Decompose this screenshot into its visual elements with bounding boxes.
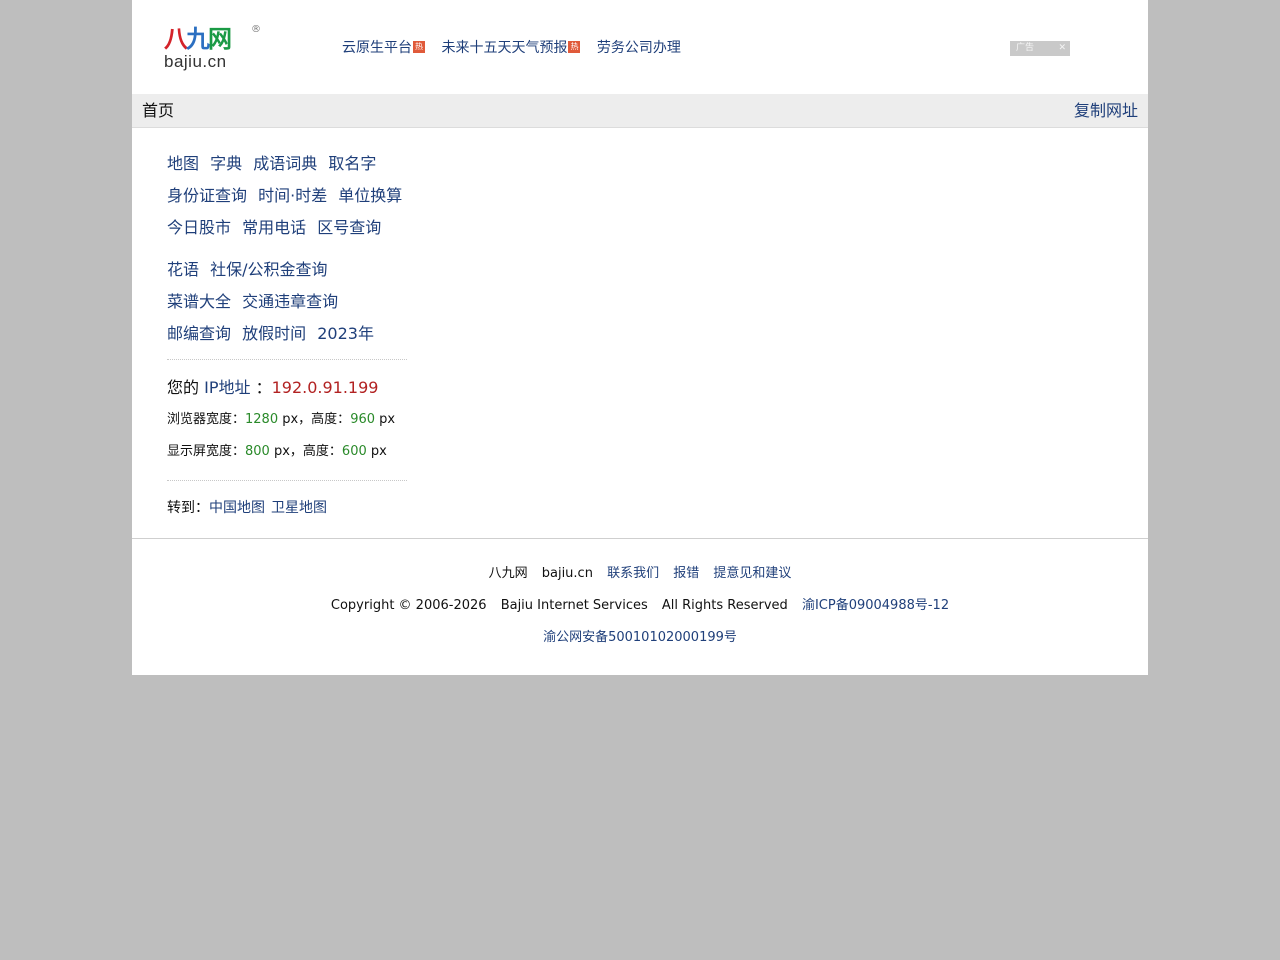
logo-char-1: 八 (164, 24, 188, 53)
footer-site-name: 八九网 (488, 566, 528, 581)
link-row: 邮编查询 放假时间 2023年 (167, 318, 407, 350)
link-year-2023[interactable]: 2023年 (317, 324, 374, 343)
screen-size: 显示屏宽度：800 px，高度：600 px (167, 436, 427, 468)
link-flower-language[interactable]: 花语 (167, 260, 199, 279)
page-container: 八九网 ® bajiu.cn 云原生平台热 未来十五天天气预报热 劳务公司办理 … (132, 0, 1148, 675)
link-row: 身份证查询 时间·时差 单位换算 (167, 180, 407, 212)
screen-height-label: px，高度： (269, 444, 342, 459)
link-china-map[interactable]: 中国地图 (209, 500, 265, 516)
link-row: 菜谱大全 交通违章查询 (167, 286, 407, 318)
registered-mark: ® (251, 24, 261, 35)
link-time-zone[interactable]: 时间·时差 (258, 186, 327, 205)
link-postcode[interactable]: 邮编查询 (167, 324, 231, 343)
copy-url-link[interactable]: 复制网址 (1074, 101, 1138, 121)
nav-bar: 首页 复制网址 (132, 94, 1148, 128)
divider (167, 359, 407, 360)
logo-char-2: 九 (186, 24, 210, 53)
top-link-cloud-native[interactable]: 云原生平台热 (342, 40, 425, 56)
browser-width-label: 浏览器宽度： (167, 412, 246, 427)
copyright-text: Copyright © 2006-2026 (330, 598, 487, 613)
link-naming[interactable]: 取名字 (328, 154, 376, 173)
goto-links: 转到：中国地图 卫星地图 (167, 496, 333, 520)
top-link-weather[interactable]: 未来十五天天气预报热 (441, 40, 581, 56)
divider (167, 480, 407, 481)
logo-chinese: 八九网 (164, 24, 232, 54)
link-area-code[interactable]: 区号查询 (317, 218, 381, 237)
icp-link[interactable]: 渝ICP备09004988号-12 (802, 598, 949, 613)
footer-divider (132, 538, 1148, 539)
browser-height-label: px，高度： (278, 412, 351, 427)
link-satellite-map[interactable]: 卫星地图 (271, 500, 327, 516)
top-links: 云原生平台热 未来十五天天气预报热 劳务公司办理 (342, 38, 693, 58)
ad-badge[interactable]: 广告 ✕ (1010, 41, 1070, 56)
feedback-link[interactable]: 提意见和建议 (713, 566, 791, 581)
browser-size: 浏览器宽度：1280 px，高度：960 px (167, 404, 427, 436)
link-row: 花语 社保/公积金查询 (167, 254, 407, 286)
link-dictionary[interactable]: 字典 (210, 154, 242, 173)
footer-line-1: 八九网 bajiu.cn 联系我们 报错 提意见和建议 (132, 558, 1148, 590)
police-record-link[interactable]: 渝公网安备50010102000199号 (543, 630, 737, 645)
screen-width-label: 显示屏宽度： (167, 444, 246, 459)
ip-line: 您的 IP地址 ：192.0.91.199 (167, 372, 427, 404)
link-recipes[interactable]: 菜谱大全 (167, 292, 231, 311)
link-social-security[interactable]: 社保/公积金查询 (210, 260, 327, 279)
top-link-labor-company[interactable]: 劳务公司办理 (597, 40, 681, 56)
ad-label: 广告 (1016, 43, 1035, 53)
top-link-label: 云原生平台 (342, 40, 412, 56)
browser-width-value: 1280 (245, 412, 279, 427)
hot-icon: 热 (568, 41, 581, 53)
logo-char-3: 网 (208, 24, 232, 53)
ip-value: 192.0.91.199 (271, 378, 379, 397)
company-name: Bajiu Internet Services (500, 598, 648, 613)
browser-unit: px (375, 412, 396, 427)
footer: 八九网 bajiu.cn 联系我们 报错 提意见和建议 Copyright © … (132, 558, 1148, 654)
link-map[interactable]: 地图 (167, 154, 199, 173)
link-row: 地图 字典 成语词典 取名字 (167, 148, 407, 180)
link-traffic-violation[interactable]: 交通违章查询 (242, 292, 338, 311)
screen-height-value: 600 (341, 444, 367, 459)
tool-links: 地图 字典 成语词典 取名字 身份证查询 时间·时差 单位换算 今日股市 常用电… (167, 148, 407, 350)
link-id-card-lookup[interactable]: 身份证查询 (167, 186, 247, 205)
footer-domain: bajiu.cn (541, 566, 593, 581)
site-logo[interactable]: 八九网 ® bajiu.cn (162, 24, 262, 74)
ip-address-link[interactable]: IP地址 (204, 378, 250, 397)
top-link-label: 未来十五天天气预报 (441, 40, 568, 56)
footer-line-3: 渝公网安备50010102000199号 (132, 622, 1148, 654)
ip-prefix: 您的 (167, 378, 200, 397)
breadcrumb-home: 首页 (142, 101, 175, 120)
link-holidays[interactable]: 放假时间 (242, 324, 306, 343)
logo-domain: bajiu.cn (164, 52, 227, 71)
link-unit-conversion[interactable]: 单位换算 (338, 186, 402, 205)
contact-us-link[interactable]: 联系我们 (607, 566, 659, 581)
goto-label: 转到： (167, 500, 209, 516)
screen-width-value: 800 (245, 444, 270, 459)
group-gap (167, 244, 407, 254)
link-common-phones[interactable]: 常用电话 (242, 218, 306, 237)
ip-info: 您的 IP地址 ：192.0.91.199 浏览器宽度：1280 px，高度：9… (167, 372, 427, 468)
link-row: 今日股市 常用电话 区号查询 (167, 212, 407, 244)
rights-text: All Rights Reserved (661, 598, 788, 613)
link-idiom-dictionary[interactable]: 成语词典 (253, 154, 317, 173)
footer-line-2: Copyright © 2006-2026 Bajiu Internet Ser… (132, 590, 1148, 622)
report-error-link[interactable]: 报错 (673, 566, 699, 581)
screen-unit: px (366, 444, 387, 459)
link-stock-market[interactable]: 今日股市 (167, 218, 231, 237)
ip-colon: ： (255, 378, 272, 397)
browser-height-value: 960 (350, 412, 376, 427)
top-link-label: 劳务公司办理 (596, 40, 681, 56)
hot-icon: 热 (413, 41, 425, 53)
close-icon[interactable]: ✕ (1058, 41, 1066, 56)
